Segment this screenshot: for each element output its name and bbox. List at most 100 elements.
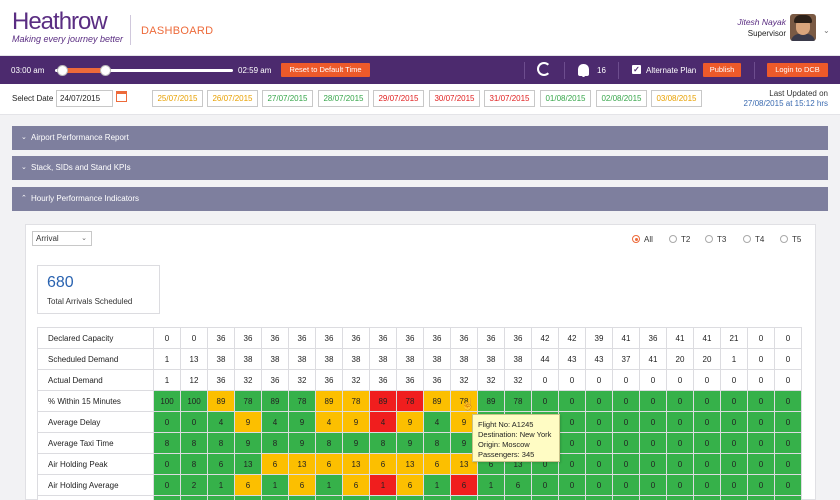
table-cell[interactable]: 78 bbox=[342, 390, 370, 412]
table-cell[interactable]: 0 bbox=[639, 390, 667, 412]
date-chip[interactable]: 30/07/2015 bbox=[429, 90, 480, 107]
table-cell[interactable]: 0 bbox=[612, 474, 640, 496]
table-cell[interactable]: 8 bbox=[207, 432, 235, 454]
table-cell[interactable]: 0 bbox=[747, 474, 775, 496]
table-cell[interactable]: 0 bbox=[585, 432, 613, 454]
table-cell[interactable]: 1 bbox=[477, 474, 505, 496]
table-cell[interactable]: 9 bbox=[396, 411, 424, 433]
table-cell[interactable]: 4 bbox=[261, 411, 289, 433]
table-cell[interactable]: 0 bbox=[693, 432, 721, 454]
table-cell[interactable]: 0 bbox=[693, 411, 721, 433]
table-cell[interactable]: 0 bbox=[774, 390, 802, 412]
table-cell[interactable]: 0 bbox=[153, 474, 181, 496]
table-cell[interactable]: 0 bbox=[558, 453, 586, 475]
table-cell[interactable]: 0 bbox=[585, 411, 613, 433]
table-cell[interactable] bbox=[288, 495, 316, 500]
date-chip[interactable]: 26/07/2015 bbox=[207, 90, 258, 107]
table-cell[interactable]: 1 bbox=[369, 474, 397, 496]
table-cell[interactable]: 0 bbox=[693, 453, 721, 475]
table-cell[interactable]: 89 bbox=[207, 390, 235, 412]
table-cell[interactable]: 0 bbox=[639, 474, 667, 496]
table-cell[interactable]: 0 bbox=[639, 453, 667, 475]
table-cell[interactable]: 8 bbox=[369, 432, 397, 454]
terminal-option-t3[interactable]: T3 bbox=[705, 235, 726, 245]
table-cell[interactable] bbox=[207, 495, 235, 500]
heathrow-logo[interactable]: Heathrow Making every journey better bbox=[12, 9, 124, 49]
table-cell[interactable]: 0 bbox=[693, 390, 721, 412]
table-cell[interactable]: 89 bbox=[369, 390, 397, 412]
table-cell[interactable]: 8 bbox=[153, 432, 181, 454]
table-cell[interactable]: 8 bbox=[180, 453, 208, 475]
table-cell[interactable]: 6 bbox=[423, 453, 451, 475]
terminal-option-all[interactable]: All bbox=[632, 235, 653, 245]
calendar-icon[interactable] bbox=[116, 91, 127, 102]
terminal-option-t5[interactable]: T5 bbox=[780, 235, 801, 245]
table-cell[interactable] bbox=[423, 495, 451, 500]
table-cell[interactable]: 78 bbox=[396, 390, 424, 412]
table-cell[interactable]: 0 bbox=[612, 432, 640, 454]
table-cell[interactable] bbox=[531, 495, 559, 500]
table-cell[interactable]: 0 bbox=[558, 411, 586, 433]
table-cell[interactable]: 9 bbox=[234, 411, 262, 433]
table-cell[interactable] bbox=[585, 495, 613, 500]
table-cell[interactable]: 0 bbox=[531, 390, 559, 412]
table-cell[interactable]: 0 bbox=[558, 474, 586, 496]
table-cell[interactable]: 0 bbox=[585, 474, 613, 496]
terminal-option-t2[interactable]: T2 bbox=[669, 235, 690, 245]
table-cell[interactable]: 78 bbox=[288, 390, 316, 412]
table-cell[interactable]: 0 bbox=[774, 453, 802, 475]
reset-time-button[interactable]: Reset to Default Time bbox=[281, 63, 370, 77]
table-cell[interactable]: 0 bbox=[774, 474, 802, 496]
table-cell[interactable]: 13 bbox=[396, 453, 424, 475]
table-cell[interactable]: 0 bbox=[720, 453, 748, 475]
table-cell[interactable]: 4 bbox=[423, 411, 451, 433]
table-cell[interactable]: 6 bbox=[288, 474, 316, 496]
table-cell[interactable]: 0 bbox=[531, 474, 559, 496]
table-cell[interactable] bbox=[153, 495, 181, 500]
table-cell[interactable]: 1 bbox=[207, 474, 235, 496]
table-cell[interactable]: 0 bbox=[639, 432, 667, 454]
table-cell[interactable]: 9 bbox=[234, 432, 262, 454]
table-cell[interactable]: 0 bbox=[720, 390, 748, 412]
table-cell[interactable]: 9 bbox=[342, 411, 370, 433]
table-cell[interactable]: 0 bbox=[747, 411, 775, 433]
table-cell[interactable] bbox=[639, 495, 667, 500]
table-cell[interactable]: 0 bbox=[720, 474, 748, 496]
table-cell[interactable]: 6 bbox=[396, 474, 424, 496]
table-cell[interactable]: 8 bbox=[423, 432, 451, 454]
table-cell[interactable] bbox=[369, 495, 397, 500]
table-cell[interactable] bbox=[180, 495, 208, 500]
login-dcb-button[interactable]: Login to DCB bbox=[767, 63, 828, 77]
table-cell[interactable]: 0 bbox=[747, 390, 775, 412]
table-cell[interactable]: 89 bbox=[315, 390, 343, 412]
table-cell[interactable]: 13 bbox=[234, 453, 262, 475]
alternate-plan-checkbox[interactable]: ✓ bbox=[632, 65, 641, 74]
table-cell[interactable]: 9 bbox=[288, 411, 316, 433]
table-cell[interactable]: 1 bbox=[315, 474, 343, 496]
table-cell[interactable]: 4 bbox=[369, 411, 397, 433]
table-cell[interactable]: 2 bbox=[180, 474, 208, 496]
table-cell[interactable]: 0 bbox=[720, 411, 748, 433]
table-cell[interactable]: 0 bbox=[666, 390, 694, 412]
table-cell[interactable]: 6 bbox=[504, 474, 532, 496]
table-cell[interactable]: 9 bbox=[396, 432, 424, 454]
table-cell[interactable]: 6 bbox=[207, 453, 235, 475]
table-cell[interactable]: 6 bbox=[234, 474, 262, 496]
avatar[interactable] bbox=[790, 14, 816, 41]
table-cell[interactable] bbox=[315, 495, 343, 500]
table-cell[interactable]: 0 bbox=[180, 411, 208, 433]
table-cell[interactable]: 0 bbox=[747, 432, 775, 454]
time-slider-start-handle[interactable] bbox=[57, 65, 68, 76]
table-cell[interactable]: 0 bbox=[666, 453, 694, 475]
date-chip[interactable]: 27/07/2015 bbox=[262, 90, 313, 107]
table-cell[interactable]: 89 bbox=[261, 390, 289, 412]
table-cell[interactable]: 0 bbox=[774, 432, 802, 454]
table-cell[interactable]: 6 bbox=[261, 453, 289, 475]
table-cell[interactable]: 6 bbox=[315, 453, 343, 475]
table-cell[interactable]: 0 bbox=[612, 453, 640, 475]
date-chip[interactable]: 01/08/2015 bbox=[540, 90, 591, 107]
table-cell[interactable]: 4 bbox=[207, 411, 235, 433]
table-cell[interactable]: 0 bbox=[585, 453, 613, 475]
table-cell[interactable]: 0 bbox=[558, 390, 586, 412]
table-cell[interactable] bbox=[774, 495, 802, 500]
